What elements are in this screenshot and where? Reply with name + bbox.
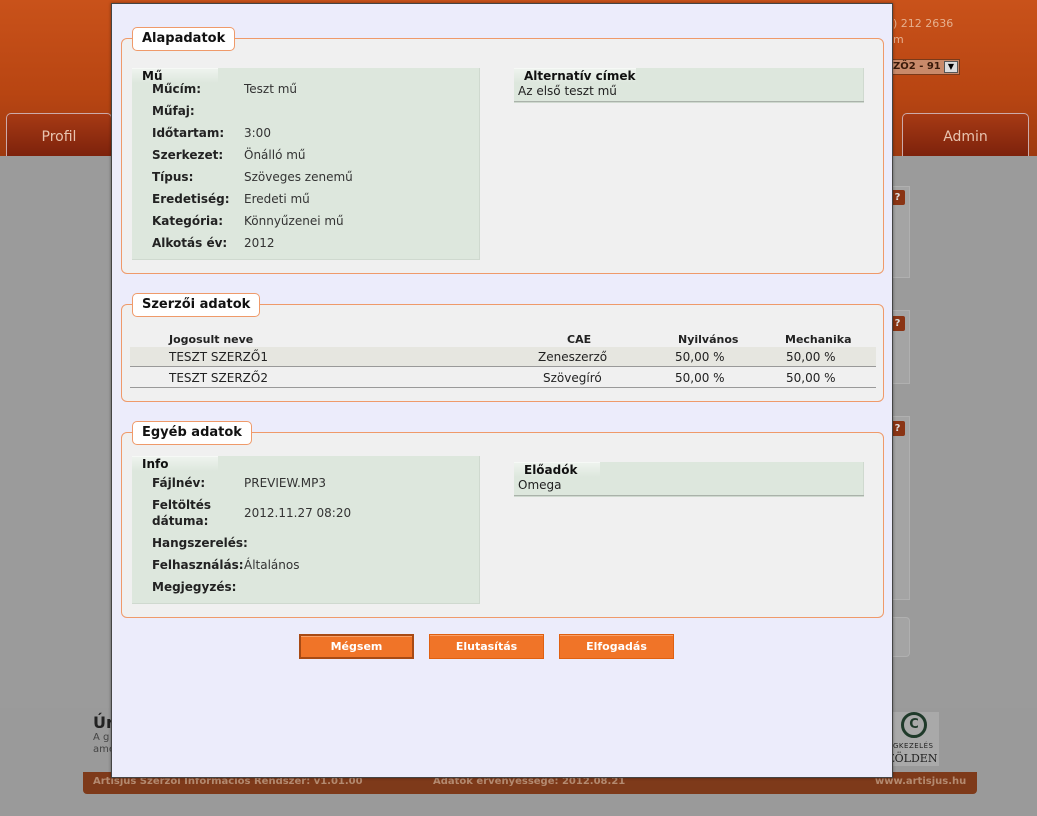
field-label: Fájlnév:: [152, 476, 206, 490]
field-value: 3:00: [244, 126, 271, 140]
field-value: Teszt mű: [244, 82, 298, 96]
field-value: Szöveges zenemű: [244, 170, 353, 184]
author-role: Zeneszerző: [538, 350, 608, 364]
author-data-section: Szerzői adatok Jogosult neve CAE Nyilván…: [121, 293, 884, 402]
alt-titles-panel: Alternatív címek Az első teszt mű: [514, 68, 864, 103]
author-name: TESZT SZERZŐ1: [169, 350, 268, 364]
section-title: Alapadatok: [132, 27, 236, 51]
author-name: TESZT SZERZŐ2: [169, 371, 268, 385]
green-logo: C OGKEZELÉS ZÖLDEN: [887, 712, 939, 766]
mech-share: 50,00 %: [786, 350, 836, 364]
tab-profil-label: Profil: [41, 129, 77, 145]
footer-text: A g: [93, 732, 110, 743]
field-label: Hangszerelés:: [152, 536, 248, 550]
field-label: dátuma:: [152, 514, 209, 528]
section-title: Egyéb adatok: [132, 421, 252, 445]
field-value: PREVIEW.MP3: [244, 476, 327, 490]
tab-profil[interactable]: Profil: [6, 113, 112, 156]
user-select-value: ZŐ2 - 91: [893, 61, 941, 72]
header-phone: ) 212 2636: [893, 17, 954, 30]
divider: [514, 495, 864, 496]
tab-admin-label: Admin: [943, 129, 988, 145]
performer-item: Omega: [518, 478, 562, 492]
section-title: Szerzői adatok: [132, 293, 261, 317]
field-value: Eredeti mű: [244, 192, 310, 206]
accept-button[interactable]: Elfogadás: [559, 634, 674, 659]
user-select[interactable]: ZŐ2 - 91 ▼: [890, 59, 960, 75]
field-label: Alkotás év:: [152, 236, 228, 250]
public-share: 50,00 %: [675, 371, 725, 385]
work-panel: Mű Műcím: Teszt mű Műfaj: Időtartam: 3:0…: [132, 68, 480, 260]
field-label: Időtartam:: [152, 126, 225, 140]
column-header: Jogosult neve: [169, 333, 254, 346]
divider: [514, 101, 864, 102]
header-email: m: [893, 33, 904, 46]
column-header: Nyilvános: [678, 333, 739, 346]
column-header: Mechanika: [785, 333, 852, 346]
other-data-section: Egyéb adatok Info Fájlnév: PREVIEW.MP3 F…: [121, 421, 884, 618]
field-label: Megjegyzés:: [152, 580, 237, 594]
field-label: Műfaj:: [152, 104, 195, 118]
performers-panel: Előadók Omega: [514, 462, 864, 497]
basic-data-section: Alapadatok Mű Műcím: Teszt mű Műfaj: Idő…: [121, 27, 884, 274]
field-label: Feltöltés: [152, 498, 212, 512]
panel-title: Mű: [132, 68, 218, 83]
field-value: 2012: [244, 236, 275, 250]
field-label: Kategória:: [152, 214, 224, 228]
panel-title: Alternatív címek: [514, 68, 636, 83]
field-label: Műcím:: [152, 82, 202, 96]
field-label: Szerkezet:: [152, 148, 224, 162]
author-role: Szövegíró: [543, 371, 602, 385]
logo-text: ZÖLDEN: [887, 752, 938, 765]
field-value: Önálló mű: [244, 148, 306, 162]
panel-title: Előadók: [514, 462, 600, 477]
field-value: 2012.11.27 08:20: [244, 506, 352, 520]
tab-admin[interactable]: Admin: [902, 113, 1029, 156]
review-dialog: Alapadatok Mű Műcím: Teszt mű Műfaj: Idő…: [111, 3, 893, 778]
table-row[interactable]: TESZT SZERZŐ2 Szövegíró 50,00 % 50,00 %: [130, 368, 876, 388]
copyright-icon: C: [901, 712, 927, 738]
table-row[interactable]: TESZT SZERZŐ1 Zeneszerző 50,00 % 50,00 %: [130, 347, 876, 367]
header-contact: ) 212 2636 m: [893, 16, 953, 48]
chevron-down-icon: ▼: [944, 61, 958, 73]
field-label: Típus:: [152, 170, 194, 184]
reject-button[interactable]: Elutasítás: [429, 634, 544, 659]
info-panel: Info Fájlnév: PREVIEW.MP3 Feltöltés dátu…: [132, 456, 480, 604]
panel-title: Info: [132, 456, 218, 471]
cancel-button[interactable]: Mégsem: [299, 634, 414, 659]
alt-title-item: Az első teszt mű: [518, 84, 617, 98]
mech-share: 50,00 %: [786, 371, 836, 385]
field-label: Felhasználás:: [152, 558, 244, 572]
field-label: Eredetiség:: [152, 192, 230, 206]
field-value: Általános: [244, 558, 300, 572]
public-share: 50,00 %: [675, 350, 725, 364]
field-value: Könnyűzenei mű: [244, 214, 344, 228]
logo-text: OGKEZELÉS: [887, 742, 934, 750]
column-header: CAE: [567, 333, 592, 346]
